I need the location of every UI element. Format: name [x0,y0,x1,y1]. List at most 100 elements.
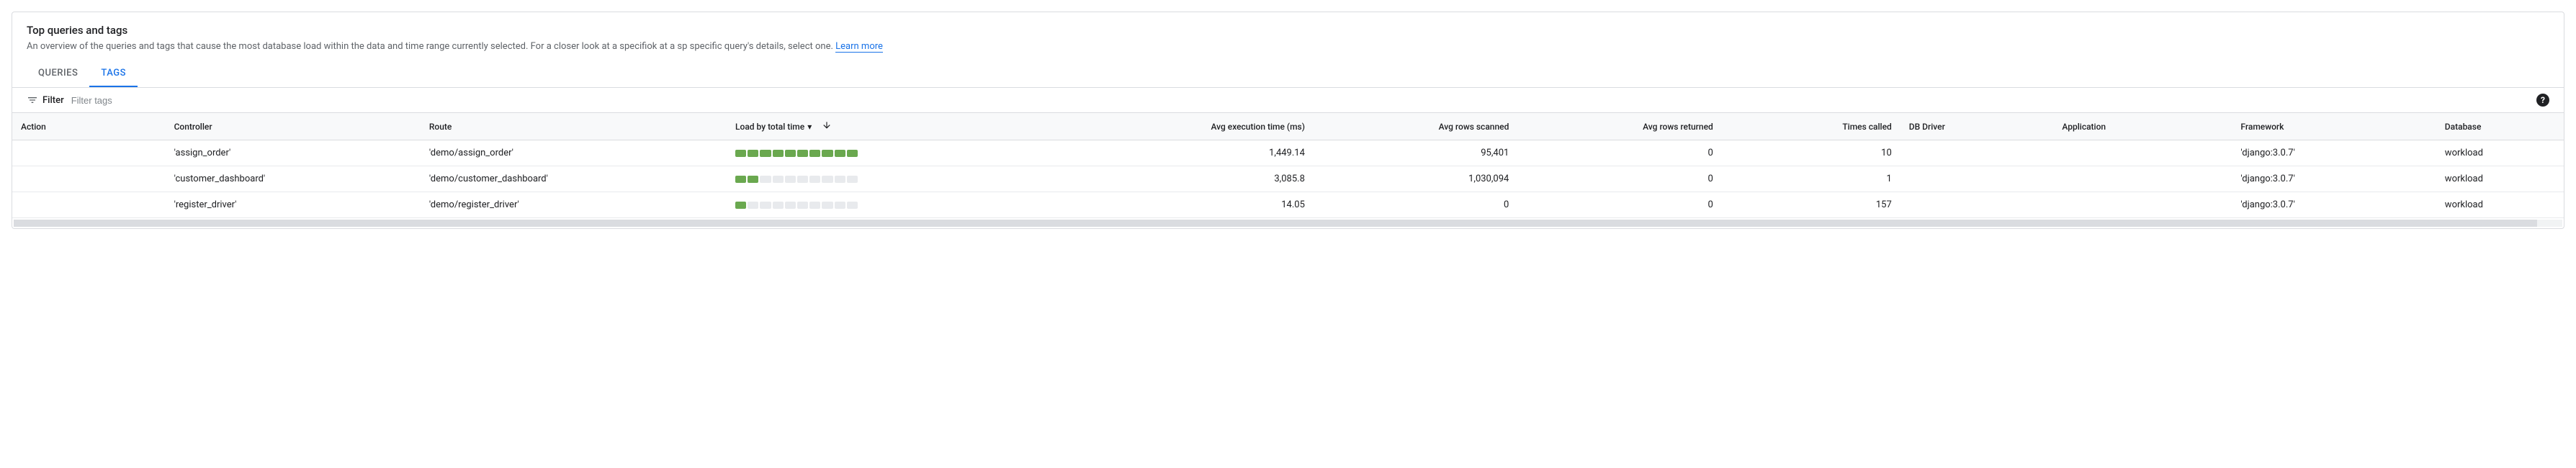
learn-more-link[interactable]: Learn more [835,41,883,53]
load-segment [785,176,796,183]
sort-arrow-icon [822,120,832,132]
help-icon[interactable]: ? [2536,94,2549,107]
scrollbar-thumb[interactable] [14,220,2537,227]
col-route[interactable]: Route [421,113,727,140]
load-segment [735,150,746,157]
cell-avg-exec: 14.05 [1084,192,1314,218]
load-segment [797,176,808,183]
filter-bar: Filter ? [12,88,2564,113]
filter-label: Filter [42,95,64,106]
cell-times-called: 157 [1722,192,1900,218]
load-segment [735,202,746,209]
cell-avg-returned: 0 [1517,140,1721,166]
cell-avg-returned: 0 [1517,166,1721,192]
col-load-label: Load by total time [735,122,804,132]
cell-controller: 'customer_dashboard' [166,166,421,192]
load-segment [748,176,758,183]
col-times-called[interactable]: Times called [1722,113,1900,140]
col-avg-scanned[interactable]: Avg rows scanned [1314,113,1517,140]
load-segment [748,202,758,209]
cell-controller: 'register_driver' [166,192,421,218]
load-segment [822,176,833,183]
cell-controller: 'assign_order' [166,140,421,166]
col-framework[interactable]: Framework [2232,113,2436,140]
cell-avg-exec: 3,085.8 [1084,166,1314,192]
load-segment [735,176,746,183]
cell-db-driver [1900,140,2054,166]
table-row[interactable]: 'assign_order' 'demo/assign_order' 1,449… [12,140,2564,166]
cell-route: 'demo/customer_dashboard' [421,166,727,192]
dropdown-icon: ▾ [807,122,812,132]
col-controller[interactable]: Controller [166,113,421,140]
load-segment [822,202,833,209]
table-body: 'assign_order' 'demo/assign_order' 1,449… [12,140,2564,218]
col-avg-returned[interactable]: Avg rows returned [1517,113,1721,140]
table-row[interactable]: 'register_driver' 'demo/register_driver'… [12,192,2564,218]
horizontal-scrollbar[interactable] [14,220,2562,227]
load-segment [760,150,771,157]
panel-description: An overview of the queries and tags that… [27,41,2549,52]
load-segment [760,176,771,183]
col-database[interactable]: Database [2436,113,2564,140]
col-avg-exec[interactable]: Avg execution time (ms) [1084,113,1314,140]
load-segment [809,202,820,209]
load-segment [773,176,784,183]
load-segment [847,202,858,209]
cell-avg-scanned: 1,030,094 [1314,166,1517,192]
tags-table: Action Controller Route Load by total ti… [12,113,2564,218]
tab-tags[interactable]: TAGS [89,60,138,87]
load-segment [822,150,833,157]
filter-icon [27,94,38,106]
cell-application [2053,166,2232,192]
load-segment [760,202,771,209]
description-text: An overview of the queries and tags that… [27,41,833,52]
col-application[interactable]: Application [2053,113,2232,140]
cell-avg-scanned: 0 [1314,192,1517,218]
cell-route: 'demo/assign_order' [421,140,727,166]
cell-times-called: 10 [1722,140,1900,166]
load-segment [847,176,858,183]
filter-input[interactable] [71,95,2536,106]
load-segment [809,150,820,157]
cell-database: workload [2436,140,2564,166]
cell-avg-returned: 0 [1517,192,1721,218]
tab-queries[interactable]: QUERIES [27,60,89,87]
panel-title: Top queries and tags [27,24,2549,37]
load-segment [773,202,784,209]
load-bar [735,176,858,183]
cell-avg-exec: 1,449.14 [1084,140,1314,166]
cell-framework: 'django:3.0.7' [2232,166,2436,192]
cell-action [12,192,166,218]
load-bar [735,150,858,157]
load-segment [809,176,820,183]
cell-load [727,166,1084,192]
load-segment [773,150,784,157]
cell-application [2053,140,2232,166]
col-db-driver[interactable]: DB Driver [1900,113,2054,140]
cell-avg-scanned: 95,401 [1314,140,1517,166]
cell-route: 'demo/register_driver' [421,192,727,218]
load-segment [847,150,858,157]
cell-framework: 'django:3.0.7' [2232,192,2436,218]
table-row[interactable]: 'customer_dashboard' 'demo/customer_dash… [12,166,2564,192]
cell-load [727,140,1084,166]
col-action[interactable]: Action [12,113,166,140]
load-segment [785,150,796,157]
load-segment [748,150,758,157]
col-load[interactable]: Load by total time ▾ [727,113,1084,140]
cell-database: workload [2436,192,2564,218]
load-segment [835,176,845,183]
table-header: Action Controller Route Load by total ti… [12,113,2564,140]
cell-db-driver [1900,192,2054,218]
cell-application [2053,192,2232,218]
cell-times-called: 1 [1722,166,1900,192]
cell-framework: 'django:3.0.7' [2232,140,2436,166]
cell-db-driver [1900,166,2054,192]
panel-header: Top queries and tags An overview of the … [12,12,2564,52]
top-queries-panel: Top queries and tags An overview of the … [12,12,2564,229]
cell-action [12,166,166,192]
cell-action [12,140,166,166]
cell-database: workload [2436,166,2564,192]
cell-load [727,192,1084,218]
load-segment [785,202,796,209]
